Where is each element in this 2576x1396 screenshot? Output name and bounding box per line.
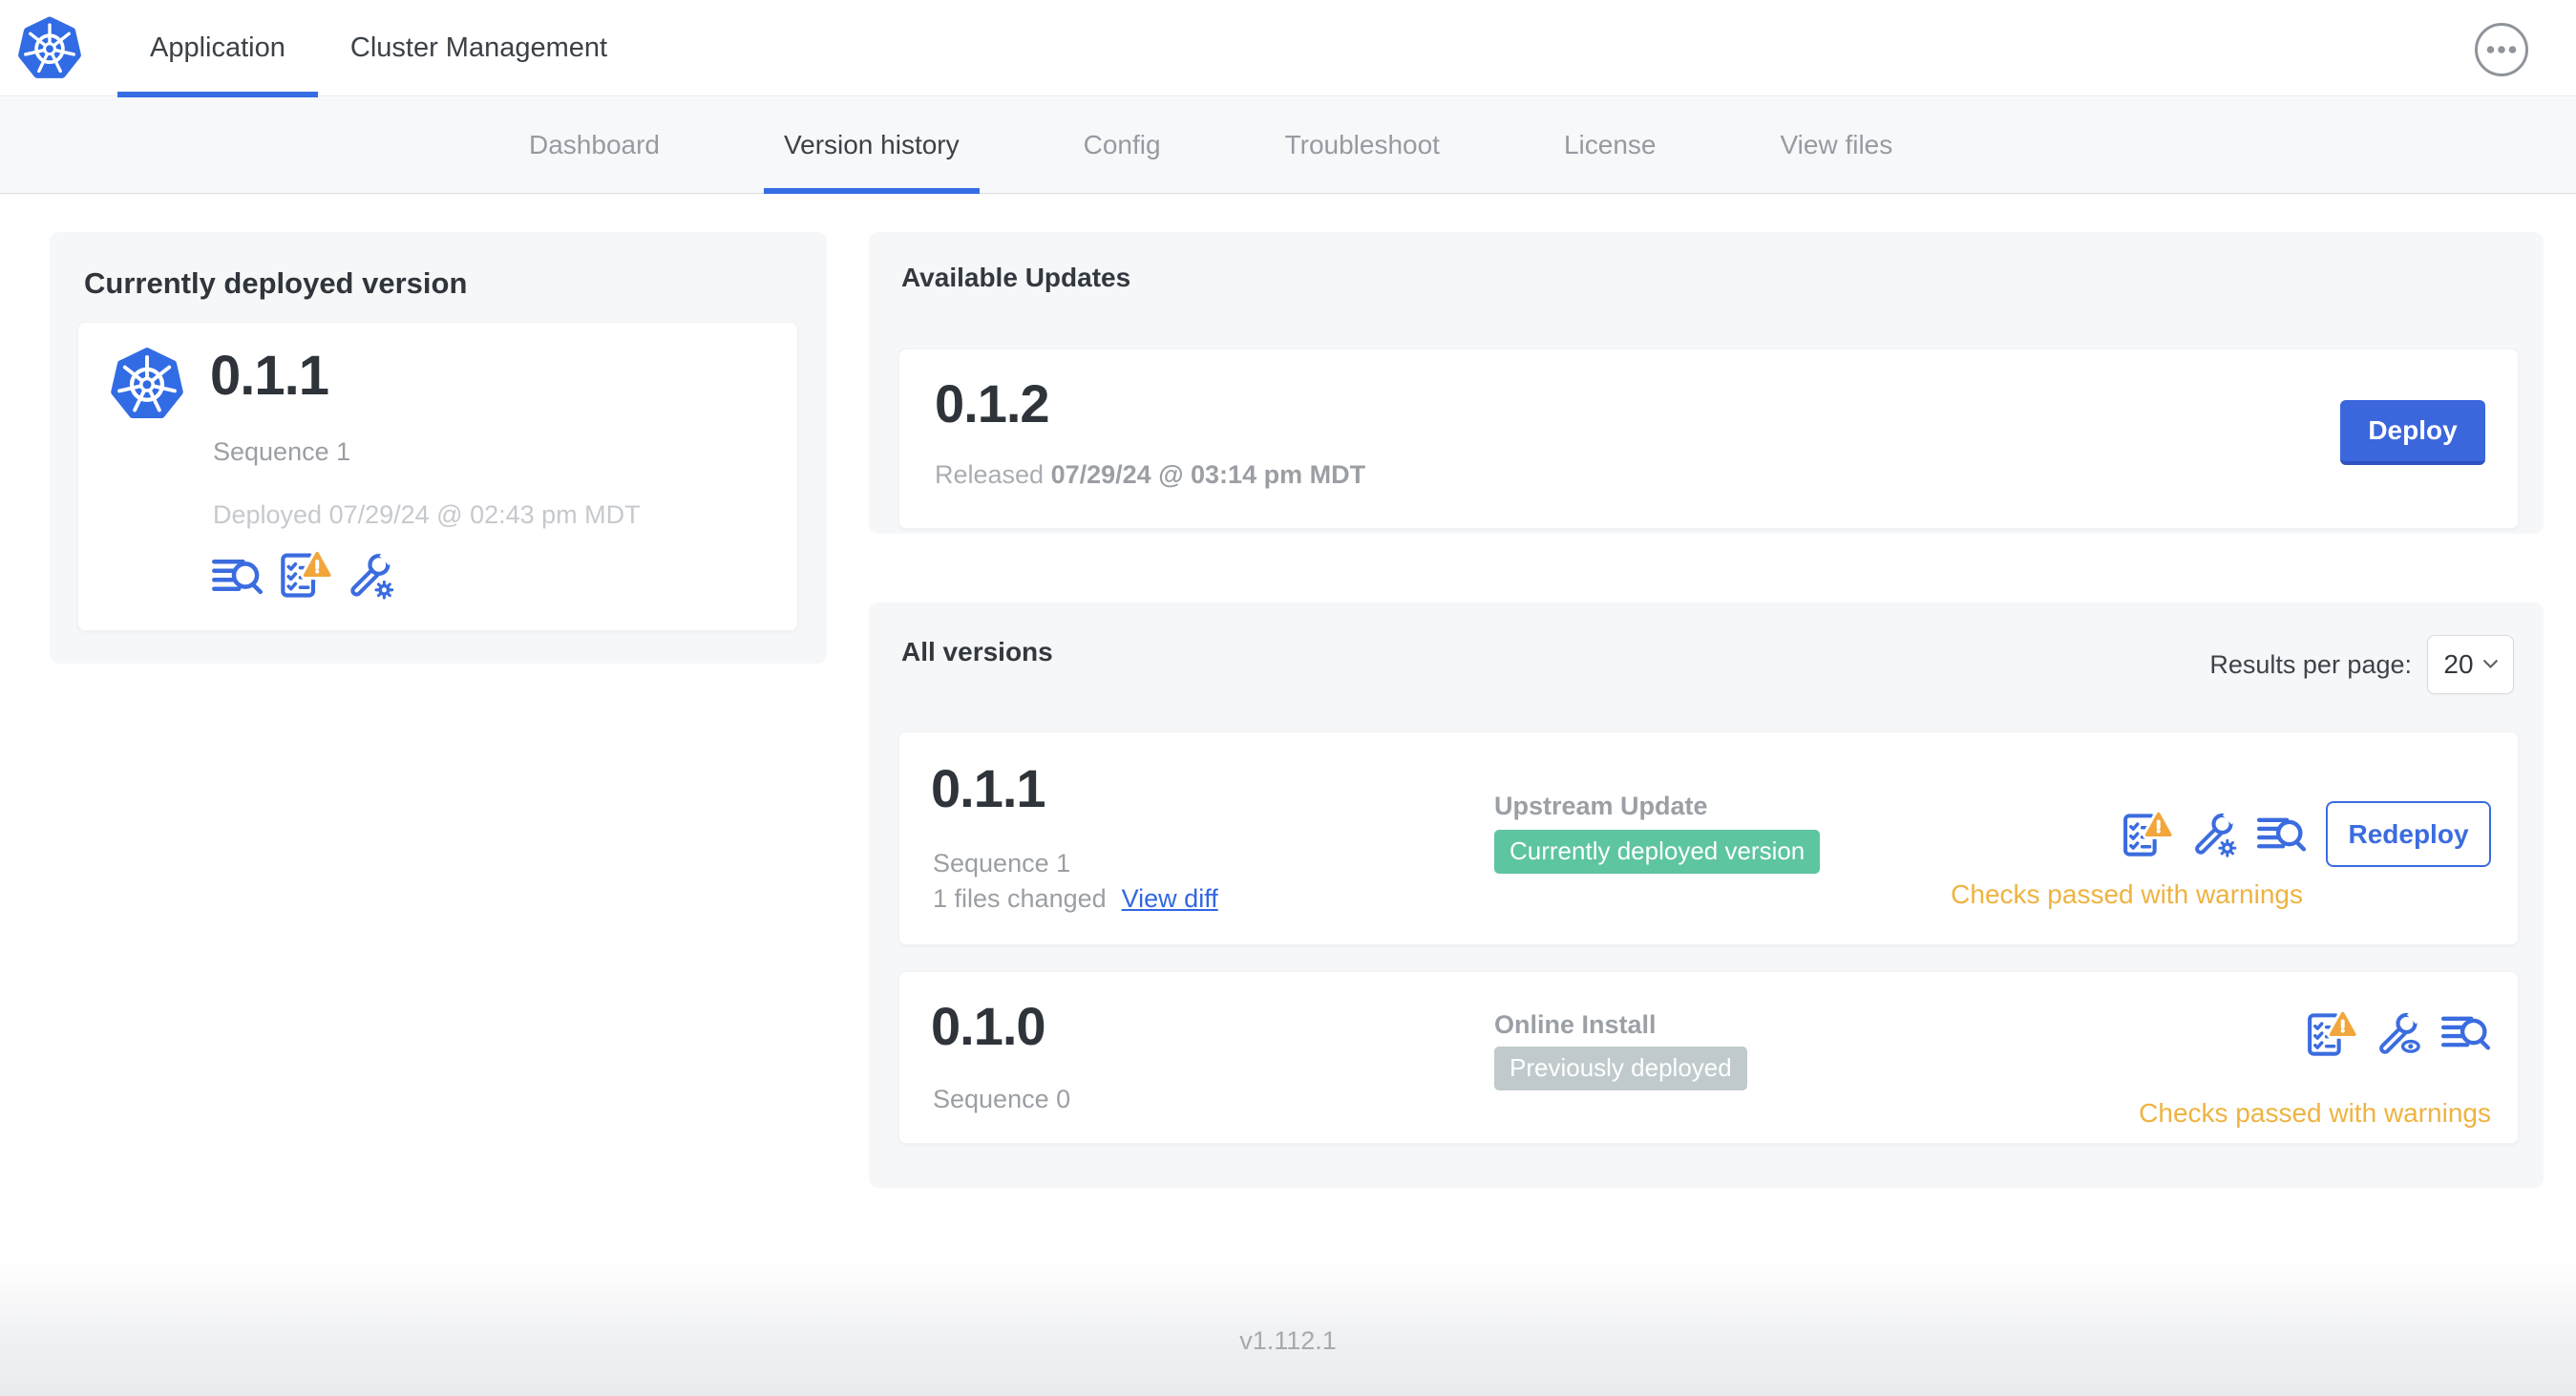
update-row: 0.1.2 Released 07/29/24 @ 03:14 pm MDT D… [898,349,2519,529]
redeploy-button[interactable]: Redeploy [2326,801,2491,867]
subnav-license[interactable]: License [1564,97,1657,194]
ellipsis-menu-icon [2475,23,2528,76]
config-wrench-gear-icon[interactable] [2189,810,2238,858]
kubernetes-logo-icon [17,14,82,82]
row-actions [2304,1006,2491,1060]
deploy-logs-icon[interactable] [210,553,264,601]
deploy-button[interactable]: Deploy [2340,400,2485,465]
results-per-page-label: Results per page: [2209,649,2412,679]
active-subnav-underline [763,187,980,194]
config-wrench-eye-icon[interactable] [2374,1009,2422,1058]
preflight-status-text: Checks passed with warnings [2139,1098,2491,1128]
current-version-sequence: Sequence 1 [213,437,351,466]
results-per-page: Results per page: 20 [2209,635,2514,694]
results-per-page-select[interactable]: 20 [2427,635,2514,694]
subnav-troubleshoot[interactable]: Troubleshoot [1285,97,1440,194]
preflight-checks-warning-icon[interactable] [277,548,331,601]
subnav-view-files[interactable]: View files [1780,97,1892,194]
row-version-number: 0.1.0 [931,996,1046,1056]
tab-application-label: Application [150,32,285,63]
ellipsis-menu-button[interactable] [2473,21,2530,78]
previously-deployed-badge: Previously deployed [1494,1047,1747,1090]
currently-deployed-version-panel: 0.1.1 Sequence 1 Deployed 07/29/24 @ 02:… [77,322,798,631]
tab-cluster-management[interactable]: Cluster Management [318,0,640,96]
tab-application[interactable]: Application [117,0,318,97]
update-version-number: 0.1.2 [935,373,1050,434]
subnav-version-history[interactable]: Version history [763,97,980,194]
row-version-number: 0.1.1 [931,758,1046,818]
active-tab-underline [117,92,318,97]
available-updates-title: Available Updates [901,263,1131,292]
preflight-checks-warning-icon[interactable] [2304,1008,2356,1059]
row-actions: Redeploy [2120,801,2491,867]
tab-cluster-management-label: Cluster Management [349,32,608,63]
subnav-config[interactable]: Config [1084,97,1161,194]
currently-deployed-badge: Currently deployed version [1494,830,1821,874]
config-wrench-gear-icon[interactable] [345,550,395,601]
deploy-logs-icon[interactable] [2255,812,2307,857]
page-footer: v1.112.1 [0,1262,2576,1396]
current-version-number: 0.1.1 [210,345,329,407]
version-row-0-1-1: 0.1.1 Sequence 1 1 files changed View dif… [898,731,2519,945]
subnav-dashboard[interactable]: Dashboard [529,97,660,194]
current-version-deployed-date: Deployed 07/29/24 @ 02:43 pm MDT [213,500,641,529]
row-sequence: Sequence 1 [933,849,1071,878]
all-versions-title: All versions [901,637,1053,666]
preflight-status-text: Checks passed with warnings [1951,879,2303,909]
row-files-changed: 1 files changed View diff [933,884,1218,913]
row-source: Online Install [1494,1010,1657,1039]
row-sequence: Sequence 0 [933,1085,1071,1113]
currently-deployed-card: Currently deployed version 0.1.1 Sequenc… [50,232,827,664]
console-version: v1.112.1 [1239,1325,1337,1355]
currently-deployed-title: Currently deployed version [84,266,468,300]
top-bar: Application Cluster Management [0,0,2576,97]
deploy-logs-icon[interactable] [2439,1010,2491,1056]
preflight-checks-warning-icon[interactable] [2120,809,2172,859]
version-row-0-1-0: 0.1.0 Sequence 0 Online Install Previous… [898,971,2519,1144]
update-released-date: Released 07/29/24 @ 03:14 pm MDT [935,460,1366,489]
app-subnav: Dashboard Version history Config Trouble… [0,97,2576,194]
current-version-actions [210,548,395,601]
all-versions-card: All versions Results per page: 20 0.1.1 … [869,603,2544,1188]
available-updates-card: Available Updates 0.1.2 Released 07/29/2… [869,232,2544,534]
view-diff-link[interactable]: View diff [1122,884,1218,913]
row-source: Upstream Update [1494,792,1708,820]
top-tabs: Application Cluster Management [117,0,640,97]
chevron-down-icon [2482,660,2498,668]
kubernetes-app-icon [110,346,184,422]
